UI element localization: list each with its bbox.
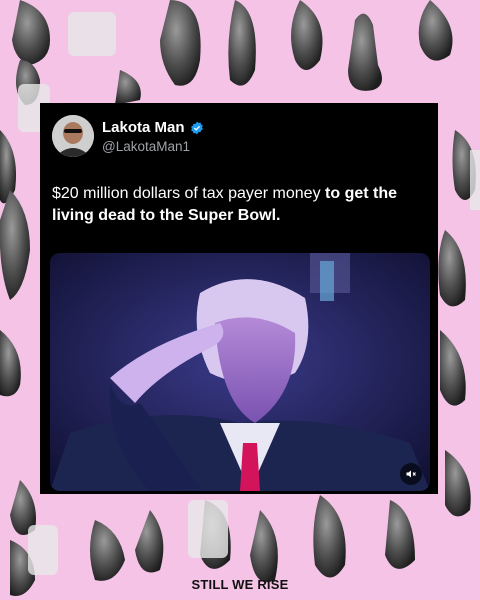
avatar-photo	[52, 115, 94, 157]
user-handle[interactable]: @LakotaMan1	[102, 139, 190, 154]
muted-speaker-icon	[406, 470, 416, 478]
post-text: $20 million dollars of tax payer money t…	[52, 183, 427, 227]
verified-badge-icon	[190, 121, 203, 134]
display-name-text[interactable]: Lakota Man	[102, 119, 185, 136]
brand-watermark: STILL WE RISE	[191, 577, 289, 592]
post-text-regular: $20 million dollars of tax payer money	[52, 185, 326, 202]
video-frame	[50, 253, 430, 491]
video-media[interactable]	[50, 253, 430, 491]
display-name[interactable]: Lakota Man	[102, 119, 204, 136]
post-card[interactable]: Lakota Man @LakotaMan1 $20 million dolla…	[40, 103, 438, 494]
mute-button[interactable]	[400, 463, 422, 485]
avatar[interactable]	[52, 115, 94, 157]
